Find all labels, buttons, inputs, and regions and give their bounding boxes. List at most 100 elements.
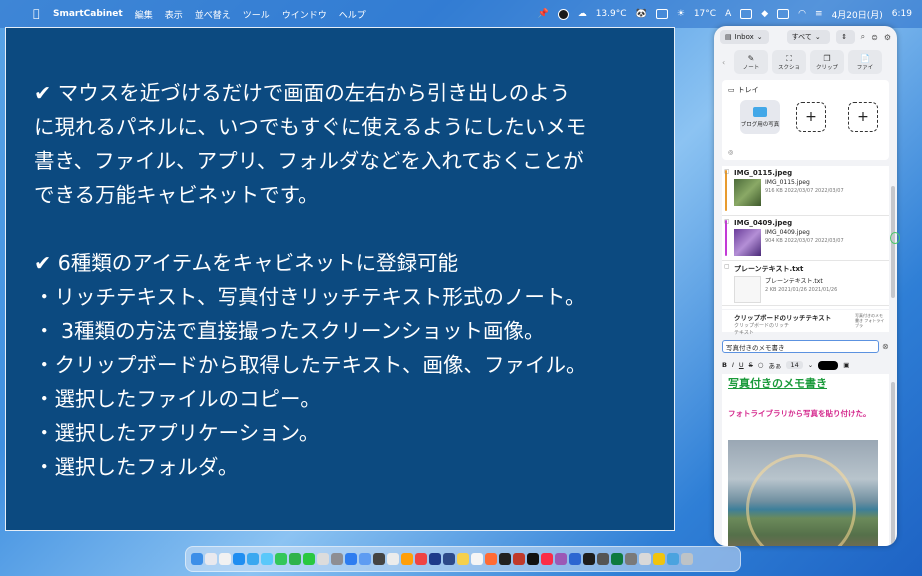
feature-description: ✔ マウスを近づけるだけで画面の左右から引き出しのよう に現れるパネルに、いつで…	[5, 27, 675, 531]
temp-reading[interactable]: 17°C	[694, 9, 716, 19]
list-item[interactable]: ▢ IMG_0409.jpeg IMG_0409.jpeg 904 KB 202…	[722, 216, 889, 261]
reminders-icon[interactable]	[471, 553, 483, 565]
note-title-field[interactable]: 写真付きのメモ書き	[722, 340, 879, 353]
panel-edge-handle[interactable]	[890, 232, 900, 244]
tv-icon[interactable]	[527, 553, 539, 565]
acrobat-icon[interactable]	[513, 553, 525, 565]
app-menu[interactable]: SmartCabinet	[53, 9, 123, 19]
sun-icon[interactable]: ☀	[677, 9, 685, 19]
menu-time[interactable]: 6:19	[892, 9, 912, 19]
app-store-icon[interactable]	[233, 553, 245, 565]
apple-icon[interactable]: 	[33, 8, 43, 20]
display-icon[interactable]	[740, 9, 753, 19]
settings-icon[interactable]	[331, 553, 343, 565]
contacts-icon[interactable]	[387, 553, 399, 565]
battery-icon[interactable]	[777, 9, 790, 19]
tool-note[interactable]: ✎ ノート	[734, 50, 768, 74]
phone-icon[interactable]	[303, 553, 315, 565]
smartcabinet-icon[interactable]	[639, 553, 651, 565]
calculator-icon[interactable]	[597, 553, 609, 565]
scroll-left-icon[interactable]: ‹	[722, 58, 730, 67]
italic-button[interactable]: I	[732, 361, 734, 369]
menu-window[interactable]: ウインドウ	[282, 8, 327, 21]
finder-icon[interactable]	[191, 553, 203, 565]
underline-button[interactable]: U	[739, 361, 744, 369]
text-file-icon: ▢	[724, 263, 730, 270]
input-source[interactable]: A	[725, 9, 731, 19]
folder-app-icon[interactable]	[653, 553, 665, 565]
tool-clipboard[interactable]: ❐ クリップ	[810, 50, 844, 74]
menu-help[interactable]: ヘルプ	[339, 8, 366, 21]
avatar-icon[interactable]	[557, 8, 569, 20]
tray-add-button[interactable]: +	[848, 102, 878, 132]
music-app-icon[interactable]	[415, 553, 427, 565]
inbox-selector[interactable]: ▤ Inbox ⌄	[720, 30, 769, 44]
text-line: ・ 3種類の方法で直接撮ったスクリーンショット画像。	[34, 319, 545, 343]
trash-icon[interactable]	[681, 553, 693, 565]
word-icon[interactable]	[569, 553, 581, 565]
sort-selector[interactable]: ⇕	[836, 30, 855, 44]
photoshop-icon[interactable]	[429, 553, 441, 565]
itunes-icon[interactable]	[541, 553, 553, 565]
window-icon[interactable]	[655, 9, 668, 19]
terminal-icon[interactable]	[373, 553, 385, 565]
strike-button[interactable]: S	[749, 361, 753, 369]
list-item[interactable]: クリップボードのリッチテキスト クリップボードのリッチ テキスト 写真付きのメモ…	[722, 310, 889, 336]
image-insert-icon[interactable]: ▣	[843, 361, 849, 369]
lightroom-icon[interactable]	[443, 553, 455, 565]
status-area: 📌 ☁ 13.9°C 🐼 ☀ 17°C A ◆ ◠ ≡ 4月20日(月) 6:1…	[537, 0, 922, 28]
downloads-icon[interactable]	[667, 553, 679, 565]
tray-folder[interactable]: ブログ用の写真	[740, 100, 780, 134]
safari-icon[interactable]	[247, 553, 259, 565]
menu-view[interactable]: 表示	[165, 8, 183, 21]
note-editor[interactable]: 写真付きのメモ書き フォトライブラリから写真を貼り付けた。	[722, 374, 889, 546]
messages-icon[interactable]	[275, 553, 287, 565]
notes-icon[interactable]	[457, 553, 469, 565]
panda-icon[interactable]: 🐼	[636, 9, 647, 19]
xcode-icon[interactable]	[345, 553, 357, 565]
menu-tools[interactable]: ツール	[243, 8, 270, 21]
search-icon[interactable]: ⌕	[861, 32, 865, 42]
books-icon[interactable]	[485, 553, 497, 565]
excel-icon[interactable]	[611, 553, 623, 565]
pasted-photo	[728, 440, 878, 546]
calendar-icon[interactable]	[219, 553, 231, 565]
gear-icon[interactable]: ⚙	[884, 33, 891, 42]
jetbrains-icon[interactable]	[499, 553, 511, 565]
list-item[interactable]: ▢ プレーンテキスト.txt プレーンテキスト.txt 2 KB 2021/01…	[722, 261, 889, 306]
list-item[interactable]: ▢ IMG_0115.jpeg IMG_0115.jpeg 916 KB 202…	[722, 166, 889, 216]
mail-icon[interactable]	[261, 553, 273, 565]
tray-add-button[interactable]: +	[796, 102, 826, 132]
maps-icon[interactable]	[317, 553, 329, 565]
close-icon[interactable]: ⊗	[882, 342, 889, 351]
weather-icon[interactable]: ☁	[578, 9, 587, 19]
menu-sort[interactable]: 並べ替え	[195, 8, 231, 21]
photos-icon[interactable]	[401, 553, 413, 565]
font-selector[interactable]: あぁ	[768, 360, 781, 370]
font-size-selector[interactable]: 14	[786, 361, 803, 369]
bold-button[interactable]: B	[722, 361, 727, 369]
weather-temp[interactable]: 13.9°C	[596, 9, 627, 19]
launchpad-icon[interactable]	[205, 553, 217, 565]
color-picker[interactable]	[818, 360, 839, 370]
text-line: ・クリップボードから取得したテキスト、画像、ファイル。	[34, 353, 587, 377]
menu-edit[interactable]: 編集	[135, 8, 153, 21]
dropbox-icon[interactable]: ◆	[761, 9, 768, 19]
facetime-icon[interactable]	[289, 553, 301, 565]
image-thumbnail	[734, 229, 761, 256]
utility-icon[interactable]	[625, 553, 637, 565]
wifi-icon[interactable]: ◠	[798, 9, 806, 19]
filter-selector[interactable]: すべて ⌄	[786, 30, 831, 44]
link-icon[interactable]: ⊜	[871, 33, 878, 42]
menu-date[interactable]: 4月20日(月)	[832, 8, 883, 21]
podcasts-icon[interactable]	[555, 553, 567, 565]
tool-file[interactable]: 📄 ファイ	[848, 50, 882, 74]
tool-screenshot[interactable]: ⛶ スクショ	[772, 50, 806, 74]
circle-icon[interactable]: ○	[758, 361, 764, 369]
plus-icon: +	[857, 109, 869, 125]
pin-icon[interactable]: 📌	[537, 9, 548, 19]
control-center-icon[interactable]: ≡	[815, 9, 823, 19]
editor-scrollbar[interactable]	[891, 382, 895, 546]
preview-icon[interactable]	[359, 553, 371, 565]
stocks-icon[interactable]	[583, 553, 595, 565]
